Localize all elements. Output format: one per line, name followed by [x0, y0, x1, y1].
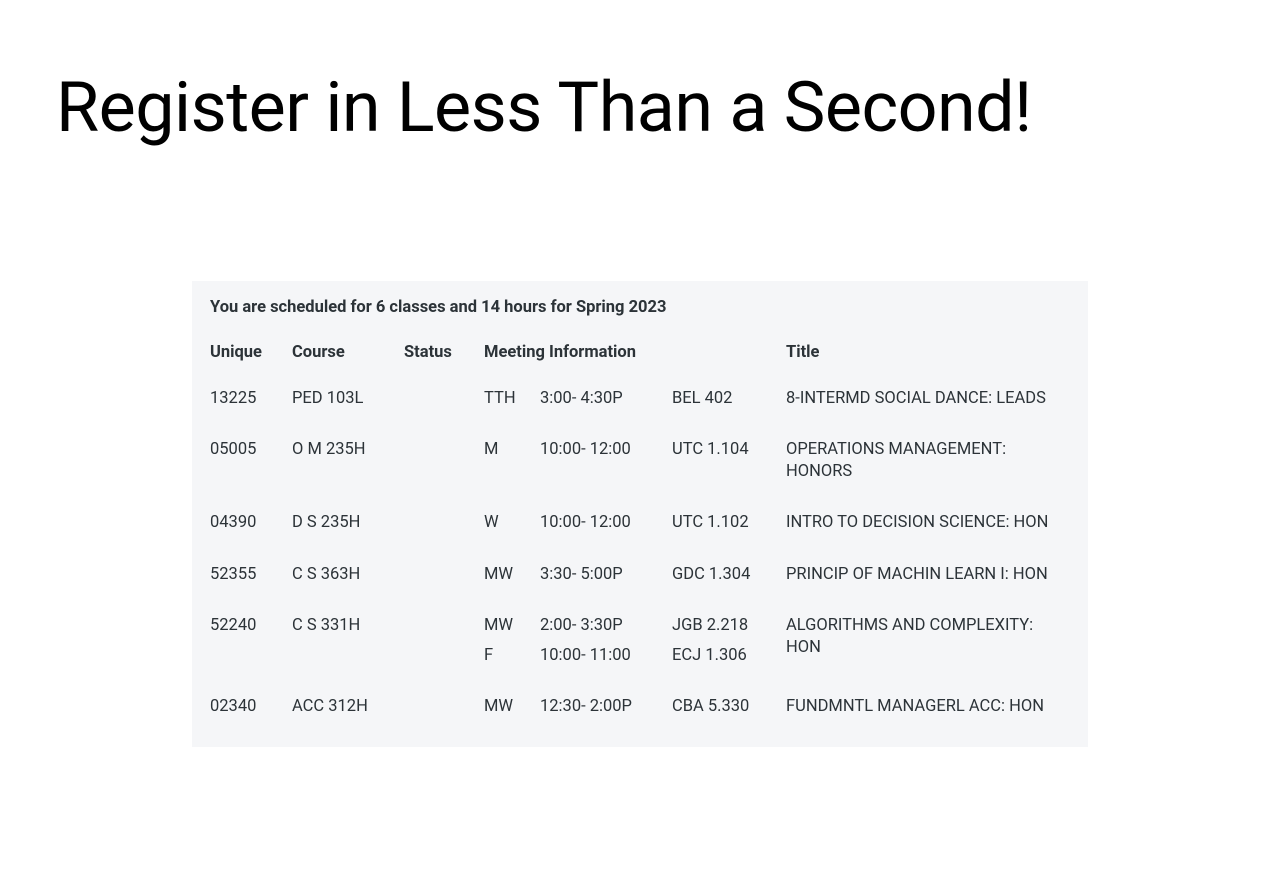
- cell-title: PRINCIP OF MACHIN LEARN I: HON: [786, 564, 1070, 615]
- cell-meeting-days: MW: [484, 696, 540, 725]
- cell-meeting-days: M: [484, 439, 540, 512]
- table-row: 13225PED 103L TTH3:00- 4:30PBEL 4028-INTE…: [210, 388, 1070, 439]
- col-header-course: Course: [292, 342, 404, 387]
- meeting-time: 10:00- 12:00: [540, 439, 672, 460]
- col-header-unique: Unique: [210, 342, 292, 387]
- schedule-summary: You are scheduled for 6 classes and 14 h…: [210, 297, 1070, 318]
- cell-unique: 52355: [210, 564, 292, 615]
- cell-status: [404, 388, 484, 439]
- page-title: Register in Less Than a Second!: [56, 70, 1280, 147]
- cell-meeting-room: BEL 402: [672, 388, 786, 439]
- cell-course: PED 103L: [292, 388, 404, 439]
- meeting-room: BEL 402: [672, 388, 786, 409]
- cell-course: D S 235H: [292, 512, 404, 563]
- cell-meeting-room: JGB 2.218ECJ 1.306: [672, 615, 786, 696]
- meeting-room: UTC 1.102: [672, 512, 786, 533]
- cell-meeting-room: GDC 1.304: [672, 564, 786, 615]
- cell-unique: 05005: [210, 439, 292, 512]
- cell-course: C S 331H: [292, 615, 404, 696]
- cell-unique: 02340: [210, 696, 292, 725]
- meeting-room: ECJ 1.306: [672, 645, 786, 666]
- meeting-time: 10:00- 12:00: [540, 512, 672, 533]
- col-header-status: Status: [404, 342, 484, 387]
- meeting-room: CBA 5.330: [672, 696, 786, 717]
- cell-unique: 04390: [210, 512, 292, 563]
- cell-meeting-days: MWF: [484, 615, 540, 696]
- cell-status: [404, 615, 484, 696]
- cell-meeting-room: UTC 1.102: [672, 512, 786, 563]
- meeting-time: 10:00- 11:00: [540, 645, 672, 666]
- meeting-days: MW: [484, 696, 540, 717]
- cell-course: C S 363H: [292, 564, 404, 615]
- cell-title: ALGORITHMS AND COMPLEXITY: HON: [786, 615, 1070, 696]
- table-row: 02340ACC 312H MW12:30- 2:00PCBA 5.330FUND…: [210, 696, 1070, 725]
- cell-meeting-time: 10:00- 12:00: [540, 512, 672, 563]
- meeting-days: MW: [484, 615, 540, 644]
- cell-course: O M 235H: [292, 439, 404, 512]
- cell-status: [404, 512, 484, 563]
- cell-title: 8-INTERMD SOCIAL DANCE: LEADS: [786, 388, 1070, 439]
- meeting-days: TTH: [484, 388, 540, 409]
- cell-title: OPERATIONS MANAGEMENT: HONORS: [786, 439, 1070, 512]
- meeting-room: JGB 2.218: [672, 615, 786, 644]
- schedule-panel: You are scheduled for 6 classes and 14 h…: [192, 281, 1088, 747]
- table-row: 05005O M 235H M10:00- 12:00UTC 1.104OPERA…: [210, 439, 1070, 512]
- meeting-days: M: [484, 439, 540, 460]
- cell-status: [404, 696, 484, 725]
- table-row: 52240C S 331H MWF2:00- 3:30P10:00- 11:00J…: [210, 615, 1070, 696]
- cell-meeting-time: 3:00- 4:30P: [540, 388, 672, 439]
- table-header-row: Unique Course Status Meeting Information…: [210, 342, 1070, 387]
- meeting-days: MW: [484, 564, 540, 585]
- col-header-title: Title: [786, 342, 1070, 387]
- meeting-time: 3:30- 5:00P: [540, 564, 672, 585]
- cell-meeting-time: 12:30- 2:00P: [540, 696, 672, 725]
- meeting-time: 2:00- 3:30P: [540, 615, 672, 644]
- cell-unique: 13225: [210, 388, 292, 439]
- cell-meeting-days: W: [484, 512, 540, 563]
- schedule-table: Unique Course Status Meeting Information…: [210, 342, 1070, 725]
- col-header-meeting: Meeting Information: [484, 342, 786, 387]
- cell-meeting-days: MW: [484, 564, 540, 615]
- cell-meeting-time: 2:00- 3:30P10:00- 11:00: [540, 615, 672, 696]
- cell-status: [404, 564, 484, 615]
- meeting-room: UTC 1.104: [672, 439, 786, 460]
- meeting-days: W: [484, 512, 540, 533]
- meeting-days: F: [484, 645, 540, 666]
- meeting-time: 3:00- 4:30P: [540, 388, 672, 409]
- cell-meeting-room: CBA 5.330: [672, 696, 786, 725]
- cell-meeting-time: 10:00- 12:00: [540, 439, 672, 512]
- cell-meeting-days: TTH: [484, 388, 540, 439]
- cell-unique: 52240: [210, 615, 292, 696]
- cell-status: [404, 439, 484, 512]
- cell-meeting-time: 3:30- 5:00P: [540, 564, 672, 615]
- cell-meeting-room: UTC 1.104: [672, 439, 786, 512]
- cell-title: FUNDMNTL MANAGERL ACC: HON: [786, 696, 1070, 725]
- cell-course: ACC 312H: [292, 696, 404, 725]
- table-row: 04390D S 235H W10:00- 12:00UTC 1.102INTRO…: [210, 512, 1070, 563]
- cell-title: INTRO TO DECISION SCIENCE: HON: [786, 512, 1070, 563]
- meeting-room: GDC 1.304: [672, 564, 786, 585]
- meeting-time: 12:30- 2:00P: [540, 696, 672, 717]
- table-row: 52355C S 363H MW3:30- 5:00PGDC 1.304PRINC…: [210, 564, 1070, 615]
